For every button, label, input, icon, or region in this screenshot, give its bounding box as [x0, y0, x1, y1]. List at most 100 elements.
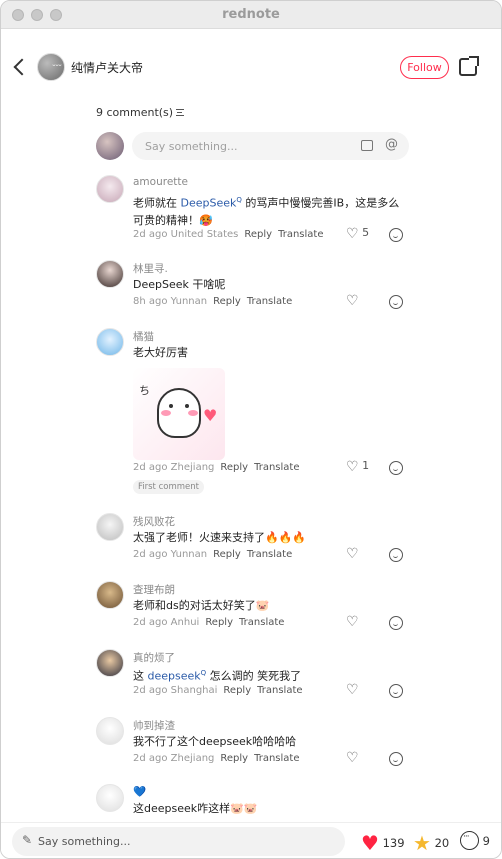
- commenter-name[interactable]: 查理布朗: [133, 582, 175, 597]
- window-title: rednote: [222, 7, 280, 22]
- like-button[interactable]: ♡ 1: [346, 459, 369, 475]
- reply-button[interactable]: Reply: [220, 753, 248, 764]
- comment-link[interactable]: DeepSeek: [181, 197, 237, 210]
- collect-post-button[interactable]: ★ 20: [413, 831, 449, 855]
- comment-location: Zhejiang: [170, 753, 215, 764]
- translate-button[interactable]: Translate: [257, 685, 302, 696]
- reply-bubble-icon[interactable]: [389, 461, 403, 475]
- sticker-text: ち: [139, 384, 150, 397]
- bottom-comment-input[interactable]: [12, 827, 345, 856]
- reply-bubble-icon[interactable]: [389, 295, 403, 309]
- comment-count-label: 9 comment(s): [96, 106, 174, 119]
- comment-text: 老师就在 DeepSeekQ 的骂声中慢慢完善IB，这是多么可贵的精神！🥵: [133, 192, 405, 229]
- translate-button[interactable]: Translate: [278, 229, 323, 240]
- reply-button[interactable]: Reply: [244, 229, 272, 240]
- like-button[interactable]: ♡: [346, 614, 359, 630]
- back-arrow-icon[interactable]: [11, 55, 31, 79]
- image-icon[interactable]: [361, 140, 373, 151]
- comment-item: 帅到掉渣 我不行了这个deepseek哈哈哈哈 2d ago Zhejiang R…: [96, 717, 416, 769]
- comment-item: 💙 这deepseek咋这样🐷🐷: [96, 784, 416, 820]
- comment-sticker-image[interactable]: ち ♥: [133, 368, 225, 460]
- reply-button[interactable]: Reply: [205, 617, 233, 628]
- author-name[interactable]: 纯情卢关大帝: [71, 59, 143, 76]
- comment-location: Shanghai: [170, 685, 218, 696]
- avatar-tag: ᴗᴗᴗ: [52, 62, 62, 68]
- translate-button[interactable]: Translate: [254, 753, 299, 764]
- like-button[interactable]: ♡: [346, 750, 359, 766]
- commenter-name[interactable]: 💙: [133, 785, 146, 798]
- comment-composer: @: [96, 132, 409, 160]
- comment-text: DeepSeek 干啥呢: [133, 278, 226, 291]
- commenter-name[interactable]: 真的烦了: [133, 650, 175, 665]
- comment-time: 2d ago: [133, 685, 168, 696]
- reply-bubble-icon[interactable]: [389, 684, 403, 698]
- reply-bubble-icon[interactable]: [389, 616, 403, 630]
- translate-button[interactable]: Translate: [247, 549, 292, 560]
- reply-bubble-icon[interactable]: [389, 228, 403, 242]
- comment-time: 2d ago: [133, 549, 168, 560]
- post-header: ᴗᴗᴗ 纯情卢关大帝 Follow: [1, 51, 501, 83]
- comment-meta: 8h ago Yunnan Reply Translate: [133, 296, 292, 307]
- commenter-avatar[interactable]: [96, 784, 124, 812]
- heart-outline-icon: ♡: [346, 459, 359, 475]
- follow-button[interactable]: Follow: [400, 56, 449, 79]
- reply-bubble-icon[interactable]: [389, 548, 403, 562]
- commenter-name[interactable]: 帅到掉渣: [133, 718, 175, 733]
- heart-outline-icon: ♡: [346, 226, 359, 242]
- like-button[interactable]: ♡: [346, 293, 359, 309]
- reply-button[interactable]: Reply: [213, 549, 241, 560]
- commenter-avatar[interactable]: [96, 513, 124, 541]
- sort-icon[interactable]: [176, 109, 185, 116]
- comment-meta: 2d ago Yunnan Reply Translate: [133, 549, 292, 560]
- commenter-name[interactable]: 橘猫: [133, 329, 154, 344]
- like-button[interactable]: ♡: [346, 682, 359, 698]
- translate-button[interactable]: Translate: [247, 296, 292, 307]
- comment-link[interactable]: deepseek: [148, 670, 201, 683]
- heart-outline-icon: ♡: [346, 546, 359, 562]
- app-window: rednote ᴗᴗᴗ 纯情卢关大帝 Follow 9 comment(s) @…: [0, 0, 502, 859]
- like-button[interactable]: ♡: [346, 546, 359, 562]
- comment-time: 8h ago: [133, 296, 168, 307]
- comment-text: 这 deepseekQ 怎么调的 笑死我了: [133, 665, 405, 685]
- commenter-avatar[interactable]: [96, 328, 124, 356]
- reply-button[interactable]: Reply: [213, 296, 241, 307]
- author-avatar[interactable]: ᴗᴗᴗ: [37, 53, 65, 81]
- comment-meta: 2d ago Shanghai Reply Translate: [133, 685, 303, 696]
- comments-button[interactable]: 9: [460, 831, 490, 850]
- pencil-icon: ✎: [22, 833, 33, 847]
- comment-text-part: 这: [133, 669, 148, 683]
- commenter-name[interactable]: 林里寻.: [133, 261, 168, 276]
- heart-outline-icon: ♡: [346, 614, 359, 630]
- star-icon: ★: [413, 831, 431, 855]
- commenter-avatar[interactable]: [96, 260, 124, 288]
- heart-outline-icon: ♡: [346, 750, 359, 766]
- translate-button[interactable]: Translate: [254, 462, 299, 473]
- like-button[interactable]: ♡ 5: [346, 226, 369, 242]
- translate-button[interactable]: Translate: [239, 617, 284, 628]
- comment-item: amourette 老师就在 DeepSeekQ 的骂声中慢慢完善IB，这是多么…: [96, 175, 416, 245]
- commenter-name[interactable]: amourette: [133, 176, 188, 188]
- heart-sticker-icon: ♥: [203, 406, 218, 425]
- reply-button[interactable]: Reply: [223, 685, 251, 696]
- comment-count[interactable]: 9 comment(s): [96, 106, 185, 119]
- reply-button[interactable]: Reply: [220, 462, 248, 473]
- heart-outline-icon: ♡: [346, 682, 359, 698]
- current-user-avatar: [96, 132, 124, 160]
- comment-item: 林里寻. DeepSeek 干啥呢 8h ago Yunnan Reply Tran…: [96, 260, 416, 312]
- commenter-avatar[interactable]: [96, 175, 124, 203]
- like-post-button[interactable]: ♥ 139: [361, 831, 405, 855]
- post-like-count: 139: [382, 836, 405, 850]
- reply-bubble-icon[interactable]: [389, 752, 403, 766]
- post-star-count: 20: [434, 836, 450, 850]
- commenter-avatar[interactable]: [96, 649, 124, 677]
- commenter-avatar[interactable]: [96, 581, 124, 609]
- comment-text: 太强了老师！火速来支持了🔥🔥🔥: [133, 531, 307, 544]
- comment-meta: 2d ago Anhui Reply Translate: [133, 617, 284, 628]
- like-count: 1: [362, 459, 370, 472]
- commenter-name[interactable]: 残风败花: [133, 514, 175, 529]
- share-icon[interactable]: [459, 56, 479, 76]
- comment-location: Yunnan: [170, 296, 208, 307]
- at-icon[interactable]: @: [385, 138, 398, 152]
- comment-item: 真的烦了 这 deepseekQ 怎么调的 笑死我了 2d ago Shangh…: [96, 649, 416, 701]
- commenter-avatar[interactable]: [96, 717, 124, 745]
